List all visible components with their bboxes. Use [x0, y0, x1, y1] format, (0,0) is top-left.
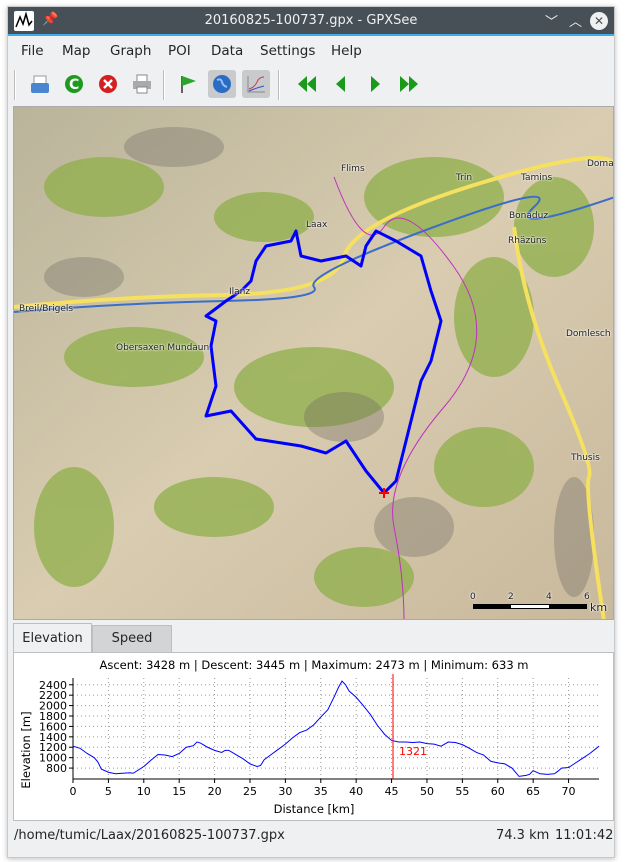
- toolbar-separator: [163, 70, 165, 100]
- scale-tick: 4: [546, 592, 552, 602]
- reload-button[interactable]: C: [60, 70, 88, 98]
- scale-tick: 6: [584, 592, 590, 602]
- menu-file[interactable]: File: [21, 43, 44, 59]
- x-tick-label: 35: [314, 785, 328, 798]
- status-bar: /home/tumic/Laax/20160825-100737.gpx 74.…: [8, 825, 614, 847]
- toolbar-separator: [278, 70, 280, 100]
- show-map-button[interactable]: [208, 70, 236, 98]
- place-label: Bonaduz: [509, 211, 549, 221]
- elevation-chart: Ascent: 3428 m | Descent: 3445 m | Maxim…: [19, 658, 600, 816]
- slider-value: 1321: [399, 745, 427, 758]
- close-file-button[interactable]: [94, 70, 122, 98]
- open-button[interactable]: [26, 70, 54, 98]
- place-label: Breil/Brigels: [19, 304, 74, 314]
- elevation-line: [72, 680, 600, 777]
- place-label: Trin: [456, 173, 473, 183]
- x-tick-label: 55: [455, 785, 469, 798]
- place-label: Laax: [306, 220, 328, 230]
- place-label: Flims: [341, 164, 365, 174]
- x-tick-label: 25: [243, 785, 257, 798]
- place-label: Tamins: [521, 173, 553, 183]
- menu-bar: File Map Graph POI Data Settings Help: [8, 41, 614, 63]
- open-icon: [31, 75, 49, 93]
- toolbar: C: [8, 67, 614, 103]
- x-tick-label: 15: [172, 785, 186, 798]
- map-view[interactable]: Flims Trin Tamins Domat Laax Bonaduz Rhä…: [13, 106, 614, 620]
- menu-map[interactable]: Map: [62, 43, 91, 59]
- window-title: 20160825-100737.gpx - GPXSee: [204, 13, 418, 28]
- previous-icon: [336, 76, 345, 92]
- map-globe-icon: [213, 75, 231, 93]
- print-icon: [133, 74, 151, 94]
- tab-elevation[interactable]: Elevation: [13, 623, 92, 653]
- x-tick-label: 40: [349, 785, 363, 798]
- previous-button[interactable]: [327, 70, 355, 98]
- graph-icon: [247, 76, 265, 93]
- file-path: /home/tumic/Laax/20160825-100737.gpx: [14, 828, 285, 843]
- x-tick-label: 20: [208, 785, 222, 798]
- graph-info: Ascent: 3428 m | Descent: 3445 m | Maxim…: [100, 658, 529, 672]
- x-tick-label: 60: [491, 785, 505, 798]
- total-time: 11:01:42: [555, 828, 614, 843]
- close-window-button[interactable]: ✕: [590, 12, 608, 30]
- next-button[interactable]: [361, 70, 389, 98]
- total-distance: 74.3 km: [496, 828, 550, 843]
- y-axis-label: Elevation [m]: [19, 711, 33, 788]
- poi-flag-icon: [181, 76, 196, 93]
- map-canvas: [14, 107, 613, 619]
- minimize-button[interactable]: ﹀: [545, 11, 558, 30]
- menu-data[interactable]: Data: [211, 43, 243, 59]
- x-tick-label: 5: [105, 785, 112, 798]
- maximize-button[interactable]: ︿: [569, 11, 582, 30]
- show-graphs-button[interactable]: [242, 70, 270, 98]
- x-tick-label: 0: [70, 785, 77, 798]
- reload-icon: C: [65, 75, 83, 93]
- place-label: Rhäzüns: [508, 236, 547, 246]
- scale-unit: km: [590, 601, 608, 614]
- scale-tick: 2: [508, 592, 514, 602]
- print-button[interactable]: [128, 70, 156, 98]
- menu-poi[interactable]: POI: [168, 43, 191, 59]
- y-tick-label: 2400: [39, 679, 67, 692]
- place-label: Thusis: [571, 453, 600, 463]
- show-poi-button[interactable]: [174, 70, 202, 98]
- menu-help[interactable]: Help: [331, 43, 362, 59]
- tab-speed[interactable]: Speed: [92, 625, 172, 653]
- menu-settings[interactable]: Settings: [260, 43, 315, 59]
- x-tick-label: 65: [526, 785, 540, 798]
- place-label: Domat: [587, 159, 614, 169]
- first-button[interactable]: [293, 70, 321, 98]
- x-tick-label: 10: [137, 785, 151, 798]
- title-bar: 📌 20160825-100737.gpx - GPXSee ﹀ ︿ ✕: [8, 7, 614, 36]
- scale-tick: 0: [470, 592, 476, 602]
- x-axis-label: Distance [km]: [274, 802, 355, 816]
- map-scale-bar: [473, 604, 587, 609]
- last-icon: [400, 76, 418, 92]
- first-icon: [298, 76, 316, 92]
- x-tick-label: 70: [562, 785, 576, 798]
- toolbar-separator: [14, 70, 16, 100]
- next-icon: [371, 76, 380, 92]
- place-label: Domlesch: [566, 329, 611, 339]
- x-tick-label: 30: [278, 785, 292, 798]
- main-window: 📌 20160825-100737.gpx - GPXSee ﹀ ︿ ✕ Fil…: [7, 6, 615, 858]
- place-label: Ilanz: [229, 287, 251, 297]
- elevation-graph[interactable]: Ascent: 3428 m | Descent: 3445 m | Maxim…: [13, 652, 614, 821]
- x-tick-label: 50: [420, 785, 434, 798]
- menu-graph[interactable]: Graph: [110, 43, 151, 59]
- close-file-icon: [99, 75, 117, 93]
- place-label: Obersaxen Mundaun: [116, 343, 210, 353]
- x-tick-label: 45: [385, 785, 399, 798]
- svg-text:C: C: [69, 77, 79, 93]
- last-button[interactable]: [395, 70, 423, 98]
